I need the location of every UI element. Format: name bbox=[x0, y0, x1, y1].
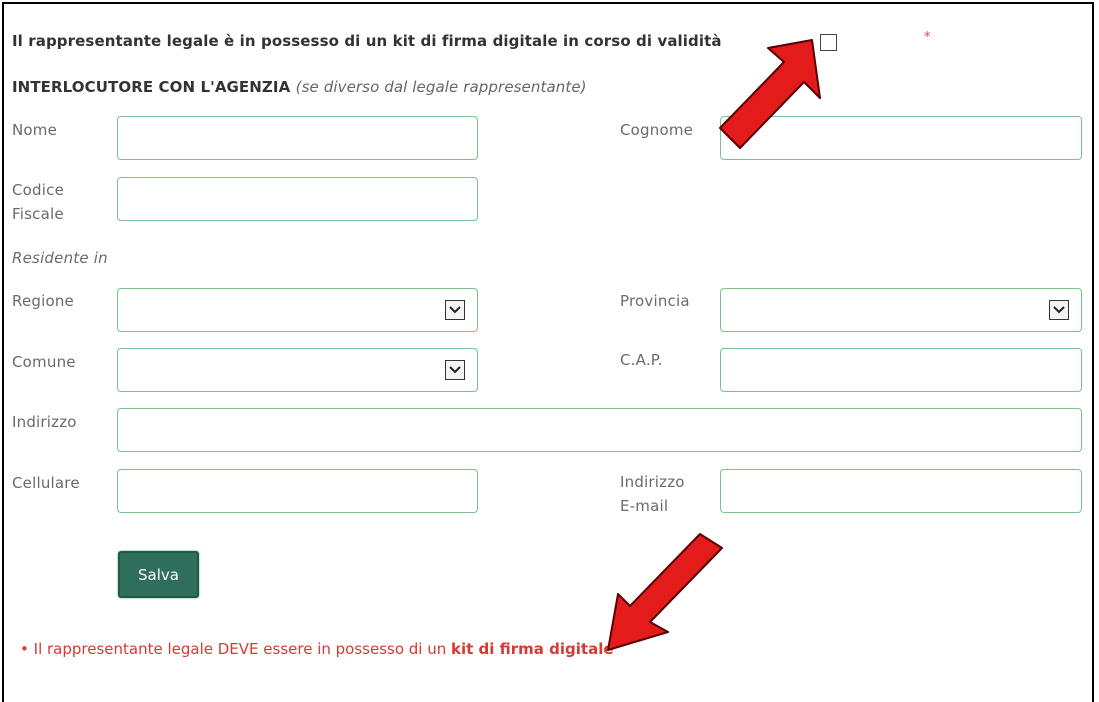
annotation-arrows bbox=[607, 39, 821, 651]
arrow-to-checkbox-icon bbox=[719, 39, 821, 149]
arrow-to-notice-icon bbox=[607, 533, 723, 651]
